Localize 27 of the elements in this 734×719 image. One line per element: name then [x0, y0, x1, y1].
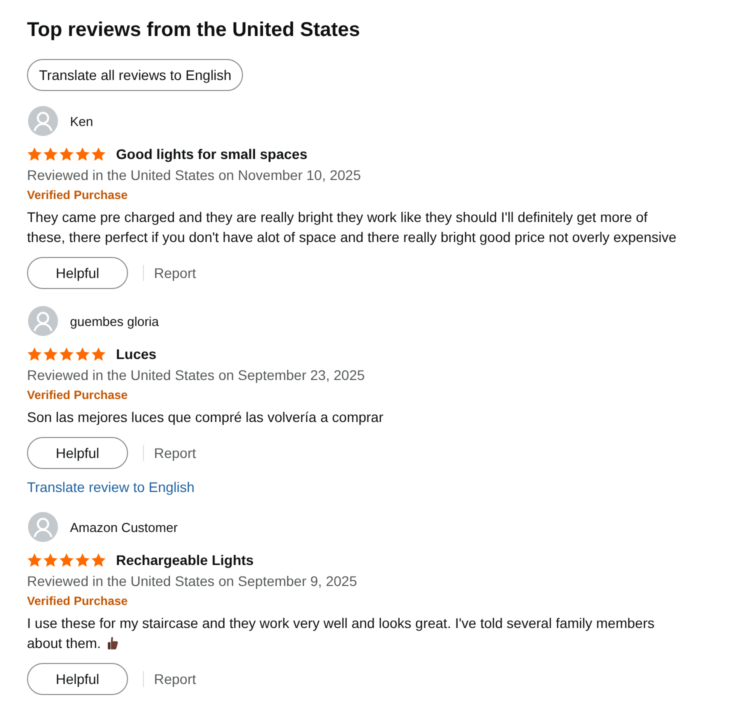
review-title[interactable]: Good lights for small spaces	[116, 146, 308, 162]
reviewer-name: Amazon Customer	[70, 520, 178, 534]
verified-purchase-label: Verified Purchase	[27, 387, 129, 404]
review-text: Son las mejores luces que compré las volvería a comprar	[27, 409, 384, 425]
review-date: Reviewed in the United States on September 9, 2025	[27, 572, 358, 591]
review-date: Reviewed in the United States on November 10, 2025	[27, 166, 362, 185]
section-heading: Top reviews from the United States	[27, 18, 362, 43]
report-link[interactable]: Report	[154, 445, 196, 461]
avatar-icon	[28, 512, 58, 542]
report-link[interactable]: Report	[154, 671, 196, 687]
translate-review-link[interactable]: Translate review to English	[27, 479, 195, 495]
review-text: They came pre charged and they are really bright they work like they should I'll definitely get more of these, there perfect if you don't have alot of space and there really bright good price not overly expensive	[27, 209, 676, 245]
helpful-button[interactable]: Helpful	[27, 257, 128, 289]
helpful-button[interactable]: Helpful	[27, 437, 128, 469]
reviewer-name: guembes gloria	[70, 314, 159, 328]
helpful-button[interactable]: Helpful	[27, 663, 128, 695]
translate-all-button[interactable]: Translate all reviews to English	[27, 59, 244, 91]
review-date: Reviewed in the United States on September 23, 2025	[27, 366, 366, 385]
avatar-icon	[28, 106, 58, 136]
verified-purchase-label: Verified Purchase	[27, 593, 129, 610]
report-link[interactable]: Report	[154, 265, 196, 281]
review-title[interactable]: Rechargeable Lights	[116, 552, 254, 568]
verified-purchase-label: Verified Purchase	[27, 187, 129, 204]
reviewer-name: Ken	[70, 114, 94, 128]
review-text: I use these for my staircase and they work very well and looks great. I've told several family members about them.	[27, 615, 654, 651]
avatar-icon	[28, 306, 58, 336]
review-title[interactable]: Luces	[116, 346, 156, 362]
